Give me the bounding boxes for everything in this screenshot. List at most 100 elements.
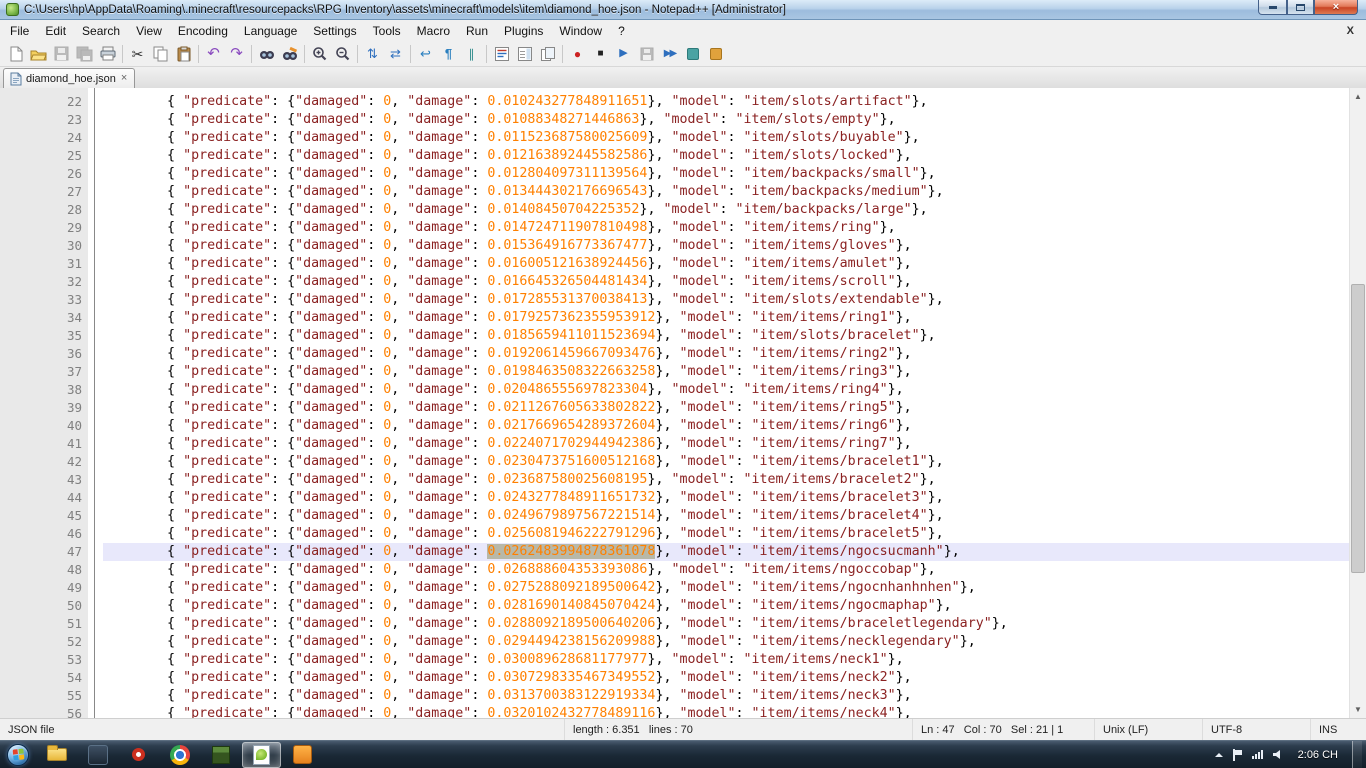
menu-encoding[interactable]: Encoding <box>170 22 236 40</box>
document-map-button[interactable] <box>513 43 536 65</box>
menu-settings[interactable]: Settings <box>305 22 364 40</box>
open-file-button[interactable] <box>27 43 50 65</box>
tab-close-icon[interactable]: × <box>120 73 128 84</box>
find-button[interactable] <box>255 43 278 65</box>
menu-window[interactable]: Window <box>551 22 610 40</box>
code-line[interactable]: { "predicate": {"damaged": 0, "damage": … <box>103 435 1366 453</box>
run-macro-multiple-button[interactable]: ▶▶ <box>658 43 681 65</box>
code-line[interactable]: { "predicate": {"damaged": 0, "damage": … <box>103 201 1366 219</box>
menu-file[interactable]: File <box>2 22 37 40</box>
document-close-button[interactable]: X <box>1335 24 1366 38</box>
code-line[interactable]: { "predicate": {"damaged": 0, "damage": … <box>103 597 1366 615</box>
new-file-button[interactable] <box>4 43 27 65</box>
copy-button[interactable] <box>149 43 172 65</box>
indent-guide-button[interactable]: ∥ <box>460 43 483 65</box>
code-line[interactable]: { "predicate": {"damaged": 0, "damage": … <box>103 579 1366 597</box>
code-line[interactable]: { "predicate": {"damaged": 0, "damage": … <box>103 363 1366 381</box>
code-line[interactable]: { "predicate": {"damaged": 0, "damage": … <box>103 651 1366 669</box>
maximize-button[interactable] <box>1287 0 1314 15</box>
taskbar-item-chrome[interactable] <box>160 742 199 768</box>
tray-network-icon[interactable] <box>1251 749 1264 760</box>
plugin-2-button[interactable] <box>704 43 727 65</box>
sync-scroll-vertical-button[interactable]: ⇅ <box>361 43 384 65</box>
code-area[interactable]: { "predicate": {"damaged": 0, "damage": … <box>101 88 1366 718</box>
code-line[interactable]: { "predicate": {"damaged": 0, "damage": … <box>103 489 1366 507</box>
zoom-out-button[interactable] <box>331 43 354 65</box>
code-line[interactable]: { "predicate": {"damaged": 0, "damage": … <box>103 399 1366 417</box>
start-button[interactable] <box>0 741 36 768</box>
plugin-1-button[interactable] <box>681 43 704 65</box>
code-line[interactable]: { "predicate": {"damaged": 0, "damage": … <box>103 453 1366 471</box>
code-line[interactable]: { "predicate": {"damaged": 0, "damage": … <box>103 543 1366 561</box>
code-line[interactable]: { "predicate": {"damaged": 0, "damage": … <box>103 273 1366 291</box>
close-button[interactable]: × <box>1314 0 1358 15</box>
code-line[interactable]: { "predicate": {"damaged": 0, "damage": … <box>103 183 1366 201</box>
zoom-in-button[interactable] <box>308 43 331 65</box>
code-line[interactable]: { "predicate": {"damaged": 0, "damage": … <box>103 327 1366 345</box>
document-list-button[interactable] <box>536 43 559 65</box>
tab-diamond-hoe-json[interactable]: diamond_hoe.json × <box>3 68 135 88</box>
taskbar-item-green-cube[interactable] <box>201 742 240 768</box>
code-line[interactable]: { "predicate": {"damaged": 0, "damage": … <box>103 309 1366 327</box>
code-line[interactable]: { "predicate": {"damaged": 0, "damage": … <box>103 561 1366 579</box>
tray-volume-icon[interactable] <box>1272 749 1284 760</box>
code-line[interactable]: { "predicate": {"damaged": 0, "damage": … <box>103 381 1366 399</box>
taskbar-item-dark-app[interactable] <box>78 742 117 768</box>
code-line[interactable]: { "predicate": {"damaged": 0, "damage": … <box>103 291 1366 309</box>
code-line[interactable]: { "predicate": {"damaged": 0, "damage": … <box>103 111 1366 129</box>
sync-scroll-horizontal-button[interactable]: ⇄ <box>384 43 407 65</box>
code-line[interactable]: { "predicate": {"damaged": 0, "damage": … <box>103 237 1366 255</box>
minimize-button[interactable] <box>1258 0 1287 15</box>
code-line[interactable]: { "predicate": {"damaged": 0, "damage": … <box>103 417 1366 435</box>
taskbar-item-notepad-plus-plus[interactable] <box>242 742 281 768</box>
code-line[interactable]: { "predicate": {"damaged": 0, "damage": … <box>103 525 1366 543</box>
code-line[interactable]: { "predicate": {"damaged": 0, "damage": … <box>103 93 1366 111</box>
code-line[interactable]: { "predicate": {"damaged": 0, "damage": … <box>103 687 1366 705</box>
menu-help[interactable]: ? <box>610 22 633 40</box>
word-wrap-button[interactable]: ↩ <box>414 43 437 65</box>
taskbar-clock[interactable]: 2:06 CH <box>1292 749 1344 761</box>
replace-button[interactable] <box>278 43 301 65</box>
taskbar-item-red-browser[interactable] <box>119 742 158 768</box>
code-line[interactable]: { "predicate": {"damaged": 0, "damage": … <box>103 507 1366 525</box>
tray-flag-icon[interactable] <box>1232 749 1243 761</box>
menu-search[interactable]: Search <box>74 22 128 40</box>
menu-tools[interactable]: Tools <box>365 22 409 40</box>
paste-button[interactable] <box>172 43 195 65</box>
menu-language[interactable]: Language <box>236 22 305 40</box>
show-desktop-button[interactable] <box>1352 741 1362 768</box>
scrollbar-thumb[interactable] <box>1351 284 1365 573</box>
undo-button[interactable]: ↶ <box>202 43 225 65</box>
code-line[interactable]: { "predicate": {"damaged": 0, "damage": … <box>103 669 1366 687</box>
print-button[interactable] <box>96 43 119 65</box>
show-all-characters-button[interactable]: ¶ <box>437 43 460 65</box>
title-bar[interactable]: C:\Users\hp\AppData\Roaming\.minecraft\r… <box>0 0 1366 20</box>
menu-plugins[interactable]: Plugins <box>496 22 551 40</box>
taskbar-item-orange-app[interactable] <box>283 742 322 768</box>
code-line[interactable]: { "predicate": {"damaged": 0, "damage": … <box>103 633 1366 651</box>
scroll-down-arrow[interactable]: ▼ <box>1350 701 1366 718</box>
function-list-button[interactable] <box>490 43 513 65</box>
record-macro-button[interactable]: ● <box>566 43 589 65</box>
menu-view[interactable]: View <box>128 22 170 40</box>
taskbar-item-explorer[interactable] <box>37 742 76 768</box>
redo-button[interactable]: ↷ <box>225 43 248 65</box>
tray-expand-icon[interactable] <box>1214 751 1224 758</box>
menu-edit[interactable]: Edit <box>37 22 74 40</box>
code-line[interactable]: { "predicate": {"damaged": 0, "damage": … <box>103 255 1366 273</box>
vertical-scrollbar[interactable]: ▲ ▼ <box>1349 88 1366 718</box>
code-line[interactable]: { "predicate": {"damaged": 0, "damage": … <box>103 615 1366 633</box>
code-line[interactable]: { "predicate": {"damaged": 0, "damage": … <box>103 147 1366 165</box>
stop-macro-button[interactable]: ■ <box>589 43 612 65</box>
code-line[interactable]: { "predicate": {"damaged": 0, "damage": … <box>103 345 1366 363</box>
cut-button[interactable]: ✂ <box>126 43 149 65</box>
code-line[interactable]: { "predicate": {"damaged": 0, "damage": … <box>103 705 1366 718</box>
playback-macro-button[interactable]: ▶ <box>612 43 635 65</box>
code-line[interactable]: { "predicate": {"damaged": 0, "damage": … <box>103 129 1366 147</box>
code-line[interactable]: { "predicate": {"damaged": 0, "damage": … <box>103 471 1366 489</box>
menu-run[interactable]: Run <box>458 22 496 40</box>
scroll-up-arrow[interactable]: ▲ <box>1350 88 1366 105</box>
code-line[interactable]: { "predicate": {"damaged": 0, "damage": … <box>103 165 1366 183</box>
code-line[interactable]: { "predicate": {"damaged": 0, "damage": … <box>103 219 1366 237</box>
menu-macro[interactable]: Macro <box>409 22 458 40</box>
